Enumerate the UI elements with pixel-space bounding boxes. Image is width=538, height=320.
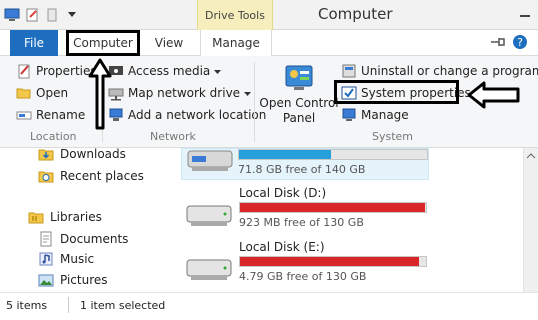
uninstall-program-button[interactable]: Uninstall or change a program xyxy=(341,63,538,79)
properties-quick-icon[interactable] xyxy=(24,7,40,23)
rename-button[interactable]: Rename xyxy=(16,107,85,123)
drive-name: Local Disk (D:) xyxy=(239,186,327,200)
system-group-label: System xyxy=(372,130,414,143)
manage-button[interactable]: Manage xyxy=(341,107,409,123)
hard-drive-icon xyxy=(185,202,233,233)
ribbon-tab-bar: File Computer View Manage ? xyxy=(0,30,538,57)
status-divider xyxy=(68,297,69,313)
window-minimize-button[interactable] xyxy=(516,4,536,22)
open-button[interactable]: Open xyxy=(16,85,68,101)
network-group-label: Network xyxy=(150,130,196,143)
drive-tools-context-label: Drive Tools xyxy=(197,0,273,30)
access-media-button[interactable]: Access media xyxy=(108,63,222,79)
nav-item-documents[interactable]: Documents xyxy=(38,231,128,247)
ribbon-right-controls: ? xyxy=(490,34,530,52)
rename-icon xyxy=(16,107,32,123)
tab-view[interactable]: View xyxy=(146,30,192,56)
hard-drive-icon xyxy=(185,256,233,287)
rename-label: Rename xyxy=(36,108,86,122)
vertical-scrollbar[interactable] xyxy=(523,148,538,292)
scroll-up-arrow-icon[interactable] xyxy=(524,150,538,162)
add-network-location-label: Add a network location xyxy=(128,108,267,122)
drive-free-space: 923 MB free of 130 GB xyxy=(239,216,364,229)
documents-icon xyxy=(38,231,54,247)
music-icon xyxy=(38,251,54,267)
uninstall-icon xyxy=(341,63,357,79)
nav-item-downloads[interactable]: Downloads xyxy=(38,146,126,162)
manage-label: Manage xyxy=(361,108,409,122)
tab-computer[interactable]: Computer xyxy=(66,30,140,56)
status-selection: 1 item selected xyxy=(80,299,166,312)
map-network-drive-button[interactable]: Map network drive xyxy=(108,85,252,101)
system-properties-highlight-box xyxy=(334,80,459,104)
new-folder-quick-icon[interactable] xyxy=(44,7,60,23)
drive-usage-fill xyxy=(239,150,332,159)
tab-manage[interactable]: Manage xyxy=(200,30,272,57)
group-divider xyxy=(254,62,255,142)
title-bar: Drive Tools Computer xyxy=(0,0,538,30)
map-network-drive-label: Map network drive xyxy=(128,86,241,100)
drive-free-space: 4.79 GB free of 130 GB xyxy=(239,270,367,283)
libraries-icon xyxy=(28,209,44,225)
properties-button[interactable]: Properties xyxy=(16,63,97,79)
left-arrow-annotation-icon xyxy=(467,81,520,109)
hard-drive-icon xyxy=(186,147,234,178)
pictures-icon xyxy=(38,272,54,288)
nav-label-libraries: Libraries xyxy=(50,210,102,224)
drive-free-space: 71.8 GB free of 140 GB xyxy=(238,163,366,176)
open-control-panel-label-line1: Open Control xyxy=(259,96,339,110)
drive-usage-bar xyxy=(239,256,427,267)
nav-item-recent-places[interactable]: Recent places xyxy=(38,168,144,184)
help-icon[interactable]: ? xyxy=(512,34,528,53)
drive-item-e[interactable]: Local Disk (E:) 4.79 GB free of 130 GB xyxy=(181,240,429,288)
properties-icon xyxy=(16,63,32,79)
nav-item-music[interactable]: Music xyxy=(38,251,94,267)
window-title: Computer xyxy=(318,5,393,23)
nav-label-music: Music xyxy=(60,252,95,266)
control-panel-icon xyxy=(284,64,314,95)
customize-qat-chevron-icon[interactable] xyxy=(64,7,80,23)
uninstall-label: Uninstall or change a program xyxy=(361,64,538,78)
nav-item-libraries[interactable]: Libraries xyxy=(28,209,102,225)
status-bar: 5 items 1 item selected xyxy=(0,292,538,320)
nav-label-downloads: Downloads xyxy=(60,147,126,161)
drive-item-c[interactable]: 71.8 GB free of 140 GB xyxy=(181,148,429,180)
drive-usage-fill xyxy=(240,203,425,212)
open-folder-icon xyxy=(16,85,32,101)
system-menu-icon[interactable] xyxy=(4,7,20,23)
open-label: Open xyxy=(36,86,69,100)
drive-usage-fill xyxy=(240,257,420,266)
location-group-label: Location xyxy=(30,130,77,143)
tab-file[interactable]: File xyxy=(10,30,58,56)
status-item-count: 5 items xyxy=(6,299,48,312)
computer-management-icon xyxy=(341,107,357,123)
open-control-panel-button[interactable]: Open Control Panel xyxy=(259,64,339,128)
nav-label-pictures: Pictures xyxy=(60,273,108,287)
svg-text:?: ? xyxy=(517,36,523,49)
drive-usage-bar xyxy=(238,149,428,160)
recent-places-icon xyxy=(38,168,54,184)
up-arrow-annotation-icon xyxy=(88,58,112,130)
map-network-drive-dropdown-icon xyxy=(244,86,252,100)
access-media-label: Access media xyxy=(128,64,211,78)
quick-access-toolbar xyxy=(4,4,80,26)
nav-item-pictures[interactable]: Pictures xyxy=(38,272,108,288)
drive-item-d[interactable]: Local Disk (D:) 923 MB free of 130 GB xyxy=(181,186,429,234)
nav-label-recent-places: Recent places xyxy=(60,169,144,183)
nav-label-documents: Documents xyxy=(60,232,129,246)
add-network-location-button[interactable]: Add a network location xyxy=(108,107,266,123)
drive-name: Local Disk (E:) xyxy=(239,240,325,254)
drives-content-pane: 71.8 GB free of 140 GB Local Disk (D:) 9… xyxy=(165,148,523,292)
open-control-panel-label-line2: Panel xyxy=(282,111,316,125)
downloads-folder-icon xyxy=(38,146,54,162)
access-media-dropdown-icon xyxy=(214,64,222,78)
drive-usage-bar xyxy=(239,202,427,213)
navigation-pane: Downloads Recent places Libraries Docume… xyxy=(0,146,165,292)
pin-ribbon-icon[interactable] xyxy=(490,36,506,51)
